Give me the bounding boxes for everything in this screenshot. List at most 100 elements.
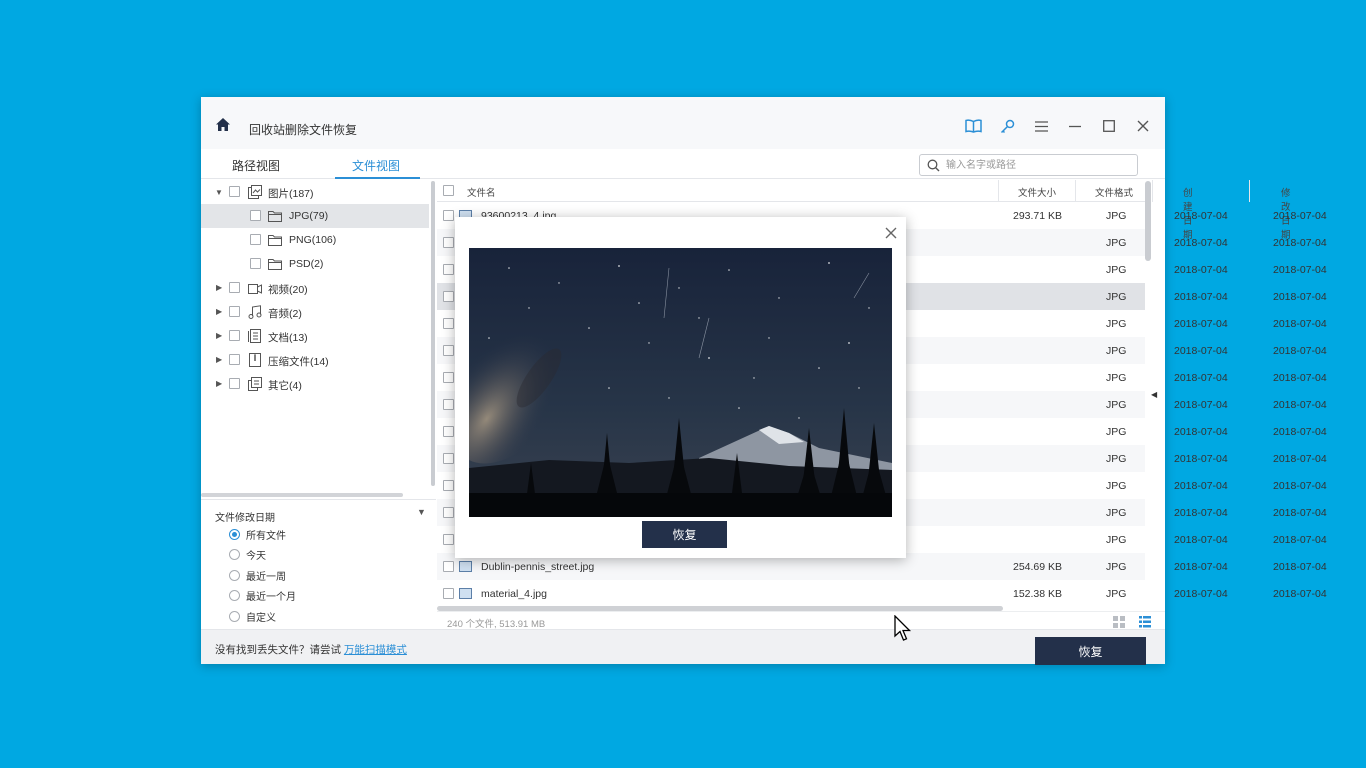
maximize-icon[interactable] <box>1100 117 1118 135</box>
row-checkbox[interactable] <box>443 588 454 599</box>
checkbox[interactable] <box>229 354 240 365</box>
chevron-down-icon[interactable]: ▼ <box>417 507 426 517</box>
row-checkbox[interactable] <box>443 318 454 329</box>
checkbox[interactable] <box>250 234 261 245</box>
radio-button[interactable] <box>229 589 240 601</box>
column-name[interactable]: 文件名 <box>467 185 496 199</box>
row-checkbox[interactable] <box>443 264 454 275</box>
close-icon[interactable] <box>1134 117 1152 135</box>
file-name: Dublin-pennis_street.jpg <box>481 561 595 573</box>
row-checkbox[interactable] <box>443 399 454 410</box>
tree-item-label: 文档(13) <box>268 332 308 344</box>
home-icon[interactable] <box>215 117 231 133</box>
chevron-right-icon[interactable]: ▶ <box>216 331 222 340</box>
chevron-right-icon[interactable]: ▶ <box>216 379 222 388</box>
tree-item-documents[interactable]: ▶ 文档(13) <box>201 324 429 348</box>
close-icon[interactable] <box>884 226 898 240</box>
row-checkbox[interactable] <box>443 561 454 572</box>
radio-label: 最近一个月 <box>246 591 296 603</box>
column-size[interactable]: 文件大小 <box>1018 185 1056 199</box>
row-checkbox[interactable] <box>443 534 454 545</box>
minimize-icon[interactable] <box>1066 117 1084 135</box>
search-icon[interactable] <box>927 159 940 172</box>
column-format[interactable]: 文件格式 <box>1095 185 1133 199</box>
radio-button[interactable] <box>229 548 240 560</box>
row-checkbox[interactable] <box>443 291 454 302</box>
chevron-down-icon[interactable]: ▼ <box>215 188 223 197</box>
radio-custom[interactable]: 自定义 <box>229 609 276 624</box>
created-date: 2018-07-04 <box>1174 345 1228 357</box>
image-file-icon <box>459 561 472 572</box>
checkbox[interactable] <box>229 186 240 197</box>
tree-item-jpg[interactable]: JPG(79) <box>201 204 429 228</box>
tab-file-view[interactable]: 文件视图 <box>352 157 400 174</box>
search-input[interactable] <box>946 158 1131 172</box>
chevron-right-icon[interactable]: ▶ <box>216 355 222 364</box>
row-checkbox[interactable] <box>443 345 454 356</box>
folder-icon <box>268 235 282 246</box>
row-checkbox[interactable] <box>443 210 454 221</box>
row-checkbox[interactable] <box>443 426 454 437</box>
chevron-right-icon[interactable]: ▶ <box>216 283 222 292</box>
tree-item-label: 图片(187) <box>268 188 314 200</box>
file-size: 293.71 KB <box>1013 210 1063 222</box>
radio-label: 自定义 <box>246 612 276 624</box>
select-all-checkbox[interactable] <box>443 185 454 196</box>
list-view-icon[interactable] <box>1139 616 1151 628</box>
search-box <box>919 154 1138 176</box>
checkbox[interactable] <box>229 330 240 341</box>
deep-scan-link[interactable]: 万能扫描模式 <box>344 644 407 656</box>
row-checkbox[interactable] <box>443 480 454 491</box>
modified-date: 2018-07-04 <box>1273 210 1327 222</box>
created-date: 2018-07-04 <box>1174 588 1228 600</box>
row-checkbox[interactable] <box>443 372 454 383</box>
tree-item-label: 压缩文件(14) <box>268 356 329 368</box>
radio-button[interactable] <box>229 610 240 622</box>
file-format: JPG <box>1106 264 1127 276</box>
tab-path-view[interactable]: 路径视图 <box>232 157 280 174</box>
created-date: 2018-07-04 <box>1174 372 1228 384</box>
modified-date: 2018-07-04 <box>1273 426 1327 438</box>
list-scrollbar-vertical[interactable] <box>1145 181 1151 261</box>
tree-item-psd[interactable]: PSD(2) <box>201 252 429 276</box>
file-format: JPG <box>1106 507 1127 519</box>
preview-recover-button[interactable]: 恢复 <box>642 521 727 548</box>
menu-icon[interactable] <box>1032 117 1050 135</box>
tree-item-png[interactable]: PNG(106) <box>201 228 429 252</box>
tree-scrollbar-vertical[interactable] <box>431 181 435 486</box>
row-checkbox[interactable] <box>443 453 454 464</box>
recover-button[interactable]: 恢复 <box>1035 637 1146 665</box>
radio-button[interactable] <box>229 569 240 581</box>
checkbox[interactable] <box>229 306 240 317</box>
book-icon[interactable] <box>964 117 982 135</box>
checkbox[interactable] <box>250 210 261 221</box>
grid-view-icon[interactable] <box>1113 616 1125 628</box>
checkbox[interactable] <box>250 258 261 269</box>
checkbox[interactable] <box>229 282 240 293</box>
file-format: JPG <box>1106 561 1127 573</box>
chevron-right-icon[interactable]: ▶ <box>216 307 222 316</box>
key-icon[interactable] <box>998 117 1016 135</box>
tree-item-video[interactable]: ▶ 视频(20) <box>201 276 429 300</box>
file-format: JPG <box>1106 426 1127 438</box>
radio-label: 所有文件 <box>246 530 286 542</box>
tree-item-archives[interactable]: ▶ 压缩文件(14) <box>201 348 429 372</box>
radio-today[interactable]: 今天 <box>229 547 266 562</box>
file-format: JPG <box>1106 210 1127 222</box>
tree-item-other[interactable]: ▶ 其它(4) <box>201 372 429 396</box>
tree-item-images[interactable]: ▼ 图片(187) <box>201 180 429 204</box>
file-type-tree: ▼ 图片(187) JPG(79) PNG(106) PSD(2) ▶ 视频(2… <box>201 180 429 500</box>
row-checkbox[interactable] <box>443 507 454 518</box>
radio-last-month[interactable]: 最近一个月 <box>229 588 296 603</box>
collapse-panel-icon[interactable]: ◀ <box>1151 390 1157 399</box>
row-checkbox[interactable] <box>443 237 454 248</box>
table-row[interactable]: material_4.jpg 152.38 KB JPG 2018-07-04 … <box>437 580 1327 607</box>
tree-scrollbar-horizontal[interactable] <box>201 493 403 497</box>
file-format: JPG <box>1106 588 1127 600</box>
radio-last-week[interactable]: 最近一周 <box>229 568 286 583</box>
checkbox[interactable] <box>229 378 240 389</box>
tree-item-audio[interactable]: ▶ 音频(2) <box>201 300 429 324</box>
created-date: 2018-07-04 <box>1174 399 1228 411</box>
radio-button[interactable] <box>229 528 240 540</box>
radio-all-files[interactable]: 所有文件 <box>229 527 286 542</box>
